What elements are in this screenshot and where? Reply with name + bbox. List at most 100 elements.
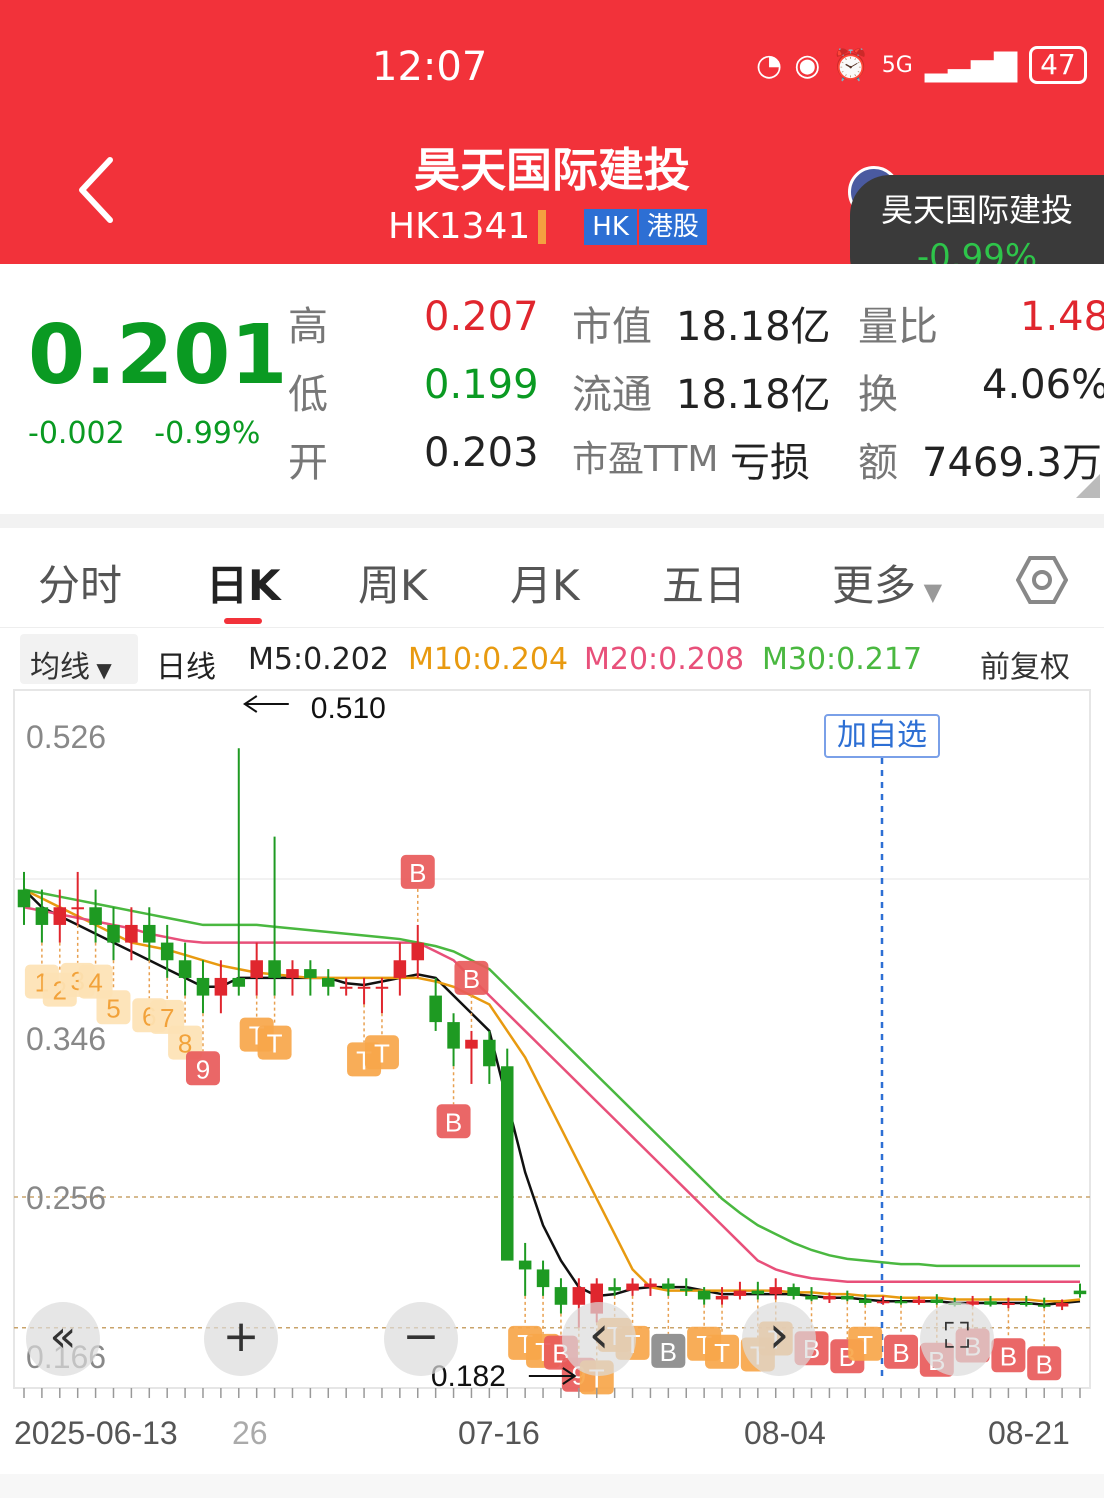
tab-monthly-k[interactable]: 月K <box>510 552 580 613</box>
signal-marker-label: T <box>714 1338 730 1368</box>
candle-body <box>196 977 210 996</box>
candle-body <box>841 1295 854 1300</box>
candle-body <box>429 995 442 1023</box>
candle-body <box>411 942 425 961</box>
ma-period[interactable]: 日线 <box>156 642 216 686</box>
candle-body <box>572 1287 586 1305</box>
period-tabs: 分时 日K 周K 月K 五日 更多 ▼ <box>0 528 1104 628</box>
signal-bars-icon: ▂▃▅▇ <box>924 47 1018 83</box>
pe-value: 亏损 <box>730 440 810 486</box>
candle-body <box>465 1039 478 1049</box>
candle-body <box>286 969 299 978</box>
code-marker-icon <box>538 209 547 244</box>
signal-marker-label: 5 <box>106 993 120 1023</box>
ma-m10: M10:0.204 <box>408 642 569 677</box>
high-value: 0.207 <box>424 294 539 340</box>
candle-body <box>71 907 84 910</box>
candle-body <box>304 969 317 978</box>
candle-body <box>751 1290 765 1295</box>
candle-body <box>268 960 281 978</box>
candle-body <box>178 960 192 978</box>
candle-body <box>518 1260 532 1270</box>
candle-body <box>662 1283 675 1289</box>
change-percent: -0.99% <box>154 416 261 451</box>
candle-body <box>733 1290 747 1296</box>
pe-label: 市盈TTM <box>572 439 719 480</box>
ma-selector-label: 均线 <box>30 650 90 685</box>
signal-marker-label: T <box>267 1029 283 1059</box>
settings-hex-icon[interactable] <box>1016 554 1068 606</box>
price-change: -0.002 -0.99% <box>28 416 260 451</box>
ma-m5: M5:0.202 <box>248 642 389 677</box>
kline-chart[interactable]: 123456789TTTTBBBTTB9TTTBTTTTBBTBBBBB 0.5… <box>0 688 1104 1498</box>
candle-body <box>143 924 156 943</box>
stock-subtitle: HK1341 HK 港股 <box>388 206 707 247</box>
candle-body <box>894 1301 908 1304</box>
market-tag: HK <box>584 208 637 245</box>
tab-daily-k[interactable]: 日K <box>206 552 281 613</box>
add-watch-badge[interactable]: 加自选 <box>824 714 940 758</box>
candle-body <box>1073 1290 1087 1295</box>
candle-body <box>1037 1304 1051 1307</box>
candle-body <box>644 1283 657 1288</box>
high-label: 高 <box>288 304 328 350</box>
low-value: 0.199 <box>424 362 539 408</box>
caret-down-icon: ▼ <box>90 658 112 682</box>
signal-marker-label: B <box>1000 1341 1017 1371</box>
zoom-in-button[interactable]: + <box>204 1302 278 1376</box>
tab-more[interactable]: 更多 ▼ <box>832 552 942 613</box>
x-axis-label: 08-04 <box>744 1415 826 1451</box>
y-tick-label: 0.256 <box>26 1180 106 1216</box>
candle-body <box>536 1269 550 1288</box>
candle-body <box>107 924 120 943</box>
signal-marker-label: T <box>857 1330 873 1360</box>
quote-panel: 0.201 -0.002 -0.99% 高 0.207 低 0.199 开 0.… <box>0 264 1104 514</box>
candle-body <box>608 1287 621 1291</box>
candle-body <box>626 1283 639 1291</box>
candle-body <box>554 1287 568 1305</box>
signal-marker-label: B <box>660 1337 677 1367</box>
float-value: 18.18亿 <box>676 372 831 418</box>
next-button[interactable]: › <box>742 1302 816 1376</box>
bottom-indicator-bar <box>0 1474 1104 1498</box>
rewind-button[interactable]: « <box>26 1302 100 1376</box>
ma-legend-row: 均线 ▼ 日线 M5:0.202 M10:0.204 M20:0.208 M30… <box>0 630 1104 688</box>
candle-body <box>393 960 407 978</box>
eye-icon: ◉ <box>794 47 821 83</box>
fullscreen-button[interactable]: ⛶ <box>920 1302 994 1376</box>
candle-body <box>876 1301 890 1304</box>
tab-more-label: 更多 <box>832 561 917 610</box>
signal-marker-label: B <box>892 1338 909 1368</box>
zoom-out-button[interactable]: − <box>384 1302 458 1376</box>
last-price: 0.201 <box>28 308 288 403</box>
low-label: 低 <box>288 372 328 418</box>
candle-body <box>1020 1303 1033 1305</box>
expand-corner-icon[interactable] <box>1076 474 1100 498</box>
signal-marker-label: B <box>463 964 480 994</box>
candle-body <box>322 977 335 987</box>
turnover-value: 4.06% <box>982 362 1104 408</box>
candle-body <box>447 1022 460 1049</box>
candle-body <box>17 889 31 908</box>
ma-selector[interactable]: 均线 ▼ <box>20 634 138 685</box>
candle-body <box>858 1299 872 1303</box>
candle-body <box>679 1288 693 1291</box>
candle-body <box>769 1287 782 1295</box>
tab-five-day[interactable]: 五日 <box>662 552 746 613</box>
x-axis-label: 26 <box>232 1415 268 1451</box>
float-label: 流通 <box>572 372 652 418</box>
active-tab-indicator <box>224 618 262 624</box>
candle-body <box>912 1299 926 1303</box>
tab-weekly-k[interactable]: 周K <box>358 552 428 613</box>
adjust-mode[interactable]: 前复权 <box>980 642 1070 686</box>
signal-marker-label: B <box>445 1107 462 1137</box>
candle-body <box>232 977 246 987</box>
battery-icon: 47 <box>1029 46 1087 84</box>
tab-intraday[interactable]: 分时 <box>38 552 122 613</box>
type-tag: 港股 <box>638 208 707 245</box>
amount-value: 7469.3万 <box>922 440 1102 486</box>
section-separator <box>0 514 1104 528</box>
prev-button[interactable]: ‹ <box>562 1302 636 1376</box>
y-tick-label: 0.526 <box>26 719 106 755</box>
signal-icon: 5G <box>881 52 913 78</box>
